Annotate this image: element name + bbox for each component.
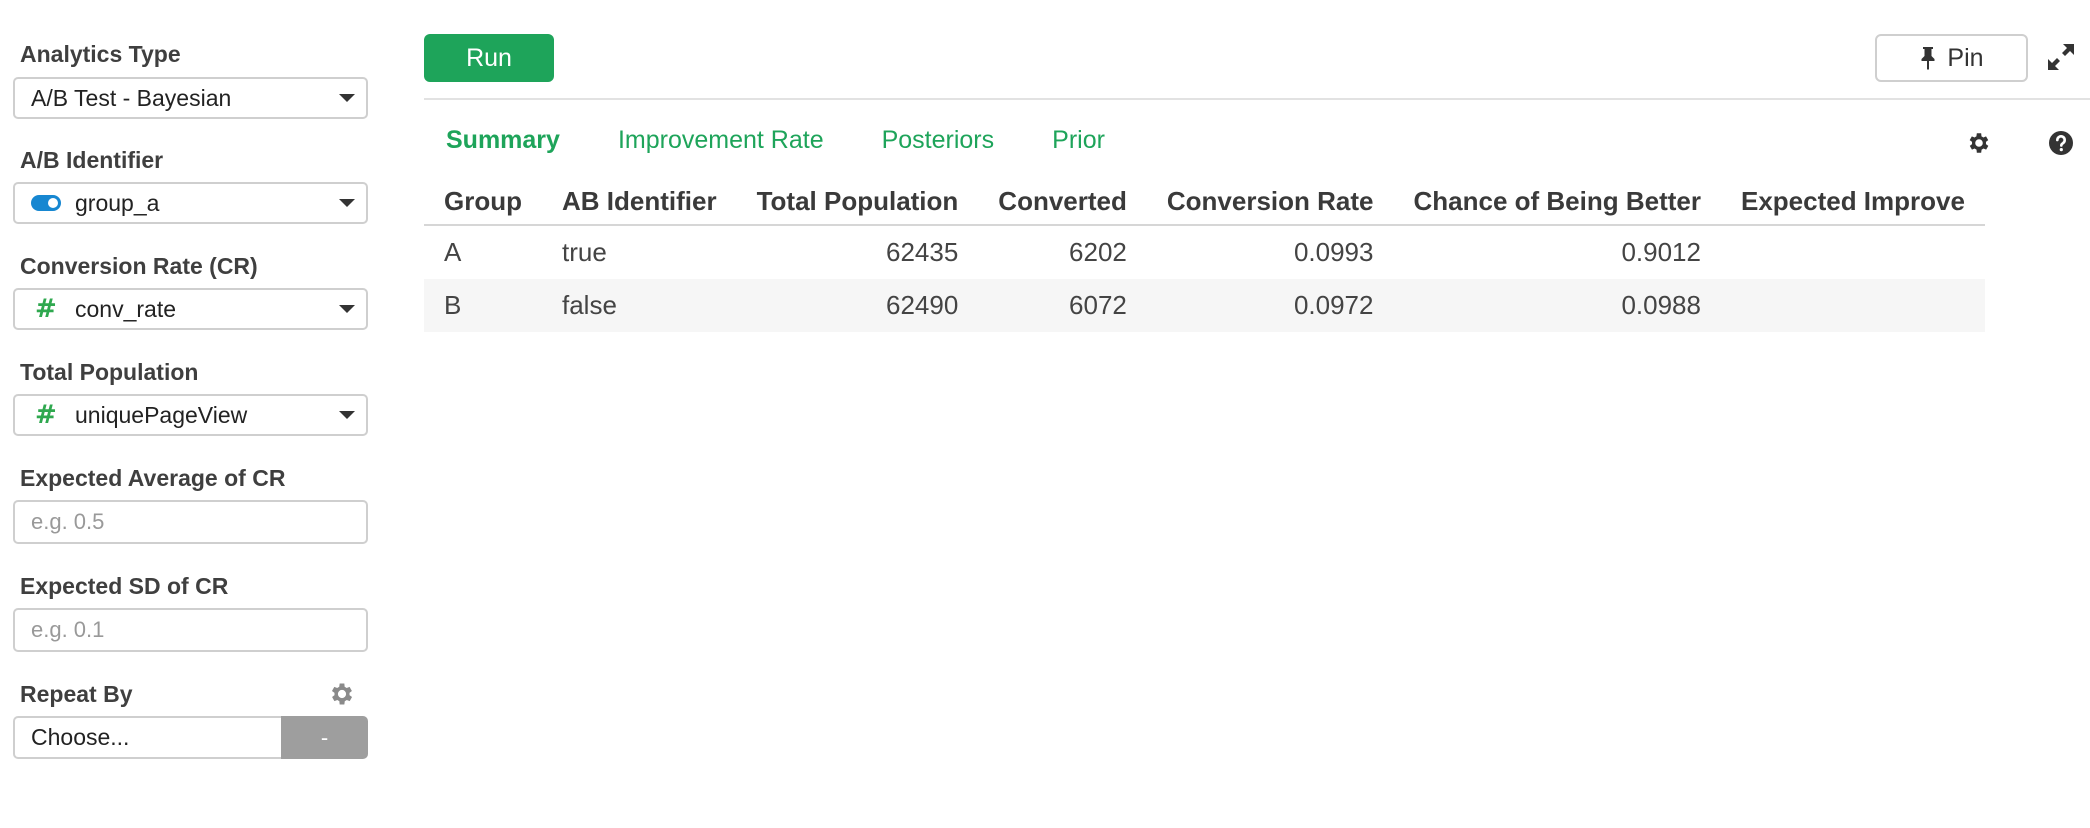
table-cell: 6072 [978,279,1147,332]
help-icon[interactable] [2048,130,2074,161]
tab-summary[interactable]: Summary [446,126,560,155]
tab-bar: Summary Improvement Rate Posteriors Prio… [446,126,1105,155]
column-header-expected-improve[interactable]: Expected Improve [1720,178,1985,226]
repeat-by-label: Repeat By [20,681,133,707]
table-cell: true [562,237,607,267]
chevron-down-icon [339,94,355,102]
chevron-down-icon [339,199,355,207]
pin-button[interactable]: Pin [1875,34,2028,82]
table-cell: 0.9012 [1621,237,1701,267]
expected-average-input[interactable]: e.g. 0.5 [13,500,368,544]
column-header-ab-identifier[interactable]: AB Identifier [542,178,737,226]
table-header-row: Group AB Identifier Total Population Con… [424,178,1985,226]
table-row: B false 62490 6072 0.0972 0.0988 [424,279,1985,332]
table-cell: false [542,279,737,332]
tab-improvement-rate[interactable]: Improvement Rate [618,126,824,155]
repeat-by-control: Choose... - [13,716,368,759]
pin-icon [1921,47,1935,70]
column-header-converted[interactable]: Converted [978,178,1147,226]
number-type-icon: # [35,400,57,430]
table-cell: 62490 [736,279,979,332]
total-population-select[interactable]: # uniquePageView [13,394,368,436]
repeat-by-select[interactable]: Choose... [13,716,281,759]
ab-identifier-label: A/B Identifier [20,147,164,173]
table-cell: 0.0993 [1293,237,1374,267]
table-cell: A [444,237,462,267]
summary-table: Group AB Identifier Total Population Con… [424,178,2069,332]
run-button[interactable]: Run [424,34,554,82]
toggle-icon [31,195,61,211]
pin-label: Pin [1947,43,1984,72]
toolbar-divider [424,98,2090,100]
ab-identifier-select[interactable]: group_a [13,182,368,224]
analytics-type-select[interactable]: A/B Test - Bayesian [13,77,368,119]
conversion-rate-value: conv_rate [75,295,177,322]
chevron-down-icon [339,305,355,313]
column-header-conversion-rate[interactable]: Conversion Rate [1146,178,1394,226]
table-cell: 62435 [885,237,959,267]
expected-sd-input[interactable]: e.g. 0.1 [13,608,368,652]
chevron-down-icon [339,411,355,419]
table-cell [1721,225,1985,279]
tab-posteriors[interactable]: Posteriors [882,126,995,155]
ab-identifier-value: group_a [75,189,160,216]
table-cell: 0.0972 [1146,279,1394,332]
total-population-label: Total Population [20,359,199,385]
table-row: A true 62435 6202 0.0993 0.9012 [424,225,1985,279]
analytics-type-label: Analytics Type [20,41,181,67]
expected-average-label: Expected Average of CR [20,465,286,491]
gear-icon[interactable] [328,680,356,713]
gear-icon[interactable] [1966,130,1992,161]
tab-prior[interactable]: Prior [1052,126,1105,155]
table-cell [1720,279,1985,332]
column-header-group[interactable]: Group [424,178,542,226]
column-header-chance-of-being-better[interactable]: Chance of Being Better [1393,178,1721,226]
sidebar: Analytics Type A/B Test - Bayesian A/B I… [0,0,385,828]
number-type-icon: # [35,294,57,324]
repeat-by-remove-button[interactable]: - [281,716,368,759]
table-cell: 6202 [1069,237,1127,267]
expected-sd-label: Expected SD of CR [20,573,229,599]
column-header-total-population[interactable]: Total Population [736,178,979,226]
table-cell: 0.0988 [1393,279,1721,332]
conversion-rate-label: Conversion Rate (CR) [20,253,258,279]
expand-icon[interactable] [2046,42,2076,77]
analytics-type-value: A/B Test - Bayesian [31,84,232,111]
table-cell: B [424,279,542,332]
conversion-rate-select[interactable]: # conv_rate [13,288,368,330]
total-population-value: uniquePageView [75,401,248,428]
